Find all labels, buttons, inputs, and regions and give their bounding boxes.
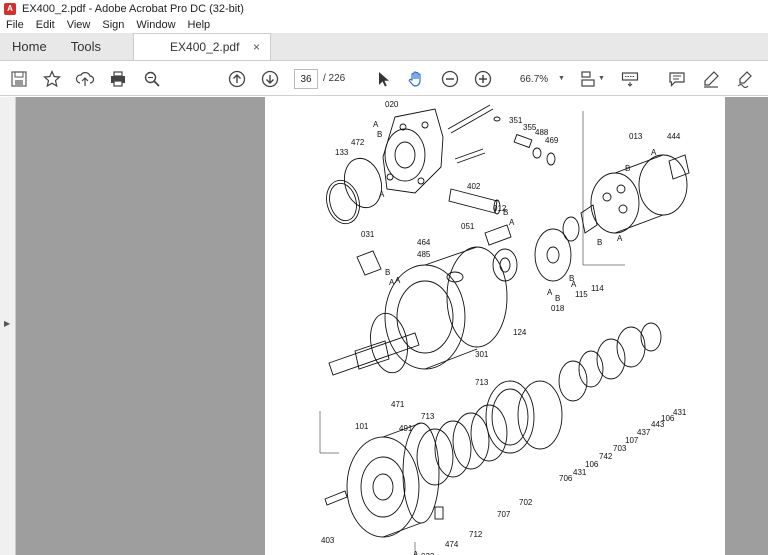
section-mark: A	[509, 218, 515, 227]
section-mark: B	[385, 268, 390, 277]
exploded-parts-diagram: 020472133031051402351355488469012013 4444…	[319, 100, 690, 555]
part-callout: 018	[551, 304, 565, 313]
part-callout: 491	[399, 424, 413, 433]
part-callout: 106	[585, 460, 599, 469]
parts-outline	[319, 104, 690, 555]
zoom-in-icon[interactable]	[473, 69, 493, 89]
window-title: EX400_2.pdf - Adobe Acrobat Pro DC (32-b…	[22, 2, 244, 15]
part-callout: 013	[629, 132, 643, 141]
part-callout: 101	[355, 422, 369, 431]
layout-dropdown-icon[interactable]: ▼	[598, 75, 605, 82]
part-callout: 707	[497, 510, 511, 519]
section-mark: A	[571, 280, 577, 289]
print-icon[interactable]	[108, 69, 128, 89]
section-mark: A	[413, 550, 419, 555]
page-layout-icon[interactable]	[578, 69, 598, 89]
part-callout: 437	[637, 428, 651, 437]
pdf-page: 020 472 133 031 051 402 351 355 488 469 012 013 444 4…	[265, 97, 725, 555]
page-down-icon[interactable]	[260, 69, 280, 89]
part-callout: 713	[421, 412, 435, 421]
comment-icon[interactable]	[667, 69, 687, 89]
menu-help[interactable]: Help	[182, 19, 217, 31]
tab-tools[interactable]: Tools	[59, 33, 113, 60]
part-callout: 115	[575, 290, 588, 299]
zoom-out-icon[interactable]	[440, 69, 460, 89]
part-callout: 474	[445, 540, 459, 549]
section-mark: B	[377, 130, 382, 139]
part-callout: 051	[461, 222, 475, 231]
part-callout: 403	[321, 536, 335, 545]
part-callout: 464	[417, 238, 431, 247]
section-mark: A	[395, 276, 401, 285]
part-callout: 114	[591, 284, 604, 293]
acrobat-logo-icon: A	[4, 2, 16, 15]
tab-home[interactable]: Home	[0, 33, 59, 60]
hand-icon[interactable]	[406, 69, 426, 89]
title-bar: A EX400_2.pdf - Adobe Acrobat Pro DC (32…	[0, 0, 768, 17]
part-callout: 712	[469, 530, 483, 539]
part-callout: 469	[545, 136, 559, 145]
part-callout: 431	[673, 408, 687, 417]
document-tab-label: EX400_2.pdf	[170, 40, 240, 54]
toolbar: 36 / 226 66.7% ▼ ▼	[0, 62, 768, 96]
document-viewer[interactable]: ▶ 020 472 133 031 051 402 351 355 488 46…	[0, 97, 768, 555]
part-callout: 351	[509, 116, 523, 125]
part-callout: 124	[513, 328, 527, 337]
section-mark: B	[597, 238, 602, 247]
part-callout: 703	[613, 444, 627, 453]
section-mark: A	[617, 234, 623, 243]
save-icon[interactable]	[9, 69, 29, 89]
page-number-input[interactable]: 36	[294, 69, 318, 89]
menu-bar: File Edit View Sign Window Help	[0, 17, 768, 33]
part-callout: 431	[573, 468, 587, 477]
part-callout: 471	[391, 400, 405, 409]
bookmark-star-icon[interactable]	[42, 69, 62, 89]
upload-icon[interactable]	[75, 69, 95, 89]
search-icon[interactable]	[142, 69, 162, 89]
menu-view[interactable]: View	[61, 19, 97, 31]
part-callout: 742	[599, 452, 613, 461]
zoom-level-select[interactable]: 66.7%	[508, 69, 560, 89]
section-mark: A	[379, 190, 385, 199]
section-marks: ABABABA AB ABABAABA	[373, 120, 657, 555]
keyboard-icon[interactable]	[620, 69, 640, 89]
part-callout: 713	[475, 378, 489, 387]
section-mark: B	[555, 294, 560, 303]
part-callout: 301	[475, 350, 489, 359]
select-cursor-icon[interactable]	[373, 69, 393, 89]
menu-window[interactable]: Window	[130, 19, 181, 31]
part-callout: 133	[335, 148, 349, 157]
part-callout: 706	[559, 474, 573, 483]
sign-icon[interactable]	[735, 69, 755, 89]
expand-panel-icon[interactable]: ▶	[4, 319, 10, 328]
tab-bar: Home Tools EX400_2.pdf ×	[0, 33, 768, 61]
menu-edit[interactable]: Edit	[30, 19, 61, 31]
part-callout: 702	[519, 498, 533, 507]
tab-document[interactable]: EX400_2.pdf ×	[133, 33, 272, 60]
section-mark: B	[503, 208, 508, 217]
part-callout: 485	[417, 250, 431, 259]
highlight-icon[interactable]	[701, 69, 721, 89]
part-callout: 031	[361, 230, 375, 239]
page-up-icon[interactable]	[227, 69, 247, 89]
close-tab-icon[interactable]: ×	[253, 40, 260, 54]
part-callout: 444	[667, 132, 681, 141]
section-mark: A	[547, 288, 553, 297]
menu-file[interactable]: File	[0, 19, 30, 31]
left-panel-rail[interactable]: ▶	[0, 97, 16, 555]
part-callout: 402	[467, 182, 481, 191]
section-mark: A	[651, 148, 657, 157]
part-callout: 472	[351, 138, 365, 147]
menu-sign[interactable]: Sign	[96, 19, 130, 31]
part-callout: 107	[625, 436, 639, 445]
zoom-dropdown-icon[interactable]: ▼	[558, 75, 565, 82]
section-mark: A	[373, 120, 379, 129]
part-callout: 020	[385, 100, 399, 109]
section-mark: B	[625, 164, 630, 173]
page-total: / 226	[323, 73, 346, 84]
right-panel-rail[interactable]	[725, 97, 768, 555]
